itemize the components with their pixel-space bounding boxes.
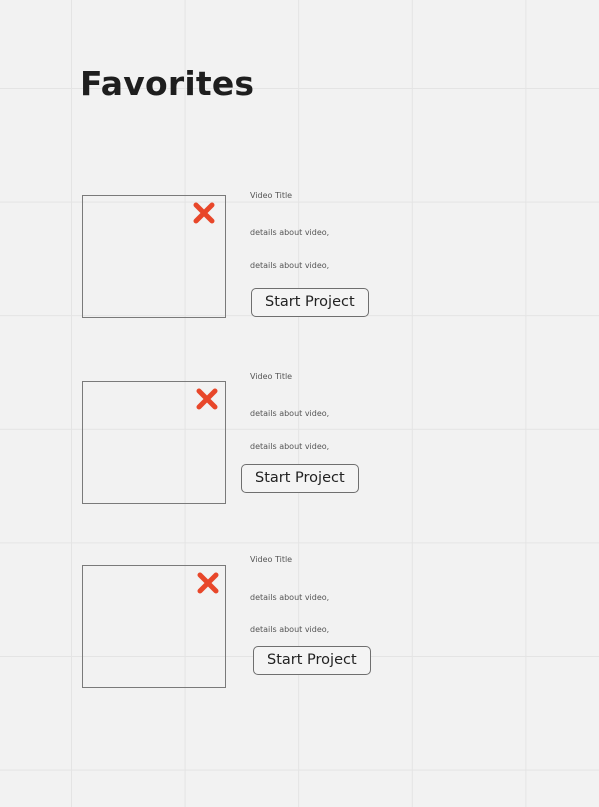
- video-thumbnail[interactable]: [82, 565, 226, 688]
- video-thumbnail[interactable]: [82, 381, 226, 504]
- video-detail: details about video,: [250, 228, 330, 237]
- favorite-card: Video Title details about video, details…: [0, 555, 599, 705]
- close-icon[interactable]: [195, 387, 219, 411]
- video-thumbnail[interactable]: [82, 195, 226, 318]
- video-detail: details about video,: [250, 625, 330, 634]
- video-title: Video Title: [250, 191, 293, 200]
- start-project-button[interactable]: Start Project: [253, 646, 371, 675]
- start-project-button[interactable]: Start Project: [251, 288, 369, 317]
- page-title: Favorites: [80, 64, 255, 103]
- video-title: Video Title: [250, 372, 293, 381]
- video-detail: details about video,: [250, 409, 330, 418]
- video-detail: details about video,: [250, 593, 330, 602]
- close-icon[interactable]: [196, 571, 220, 595]
- close-icon[interactable]: [192, 201, 216, 225]
- favorite-card: Video Title details about video, details…: [0, 372, 599, 521]
- video-title: Video Title: [250, 555, 293, 564]
- video-detail: details about video,: [250, 442, 330, 451]
- favorite-card: Video Title details about video, details…: [0, 191, 599, 335]
- video-detail: details about video,: [250, 261, 330, 270]
- start-project-button[interactable]: Start Project: [241, 464, 359, 493]
